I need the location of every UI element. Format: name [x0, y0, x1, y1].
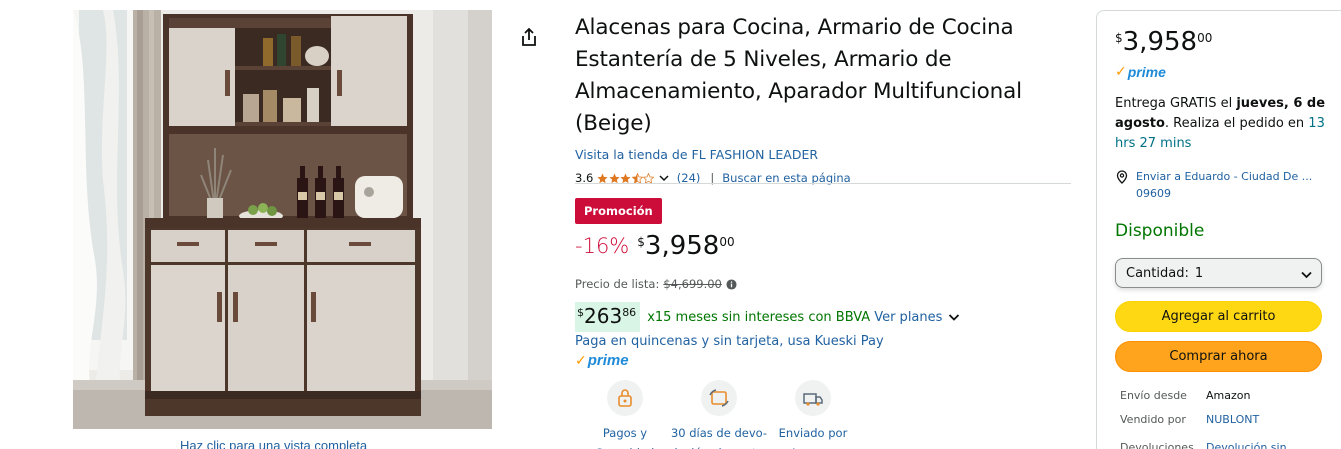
installment-whole: 263	[584, 304, 623, 328]
delivery-prefix: Entrega GRATIS el	[1115, 96, 1237, 111]
star-rating[interactable]	[597, 172, 655, 184]
image-caption[interactable]: Haz clic para una vista completa	[180, 438, 367, 449]
prime-word: prime	[587, 352, 629, 369]
meta-row-sold-by: Vendido por NUBLONT	[1120, 413, 1259, 426]
installments-row: $ 263 86 x15 meses sin intereses con BBV…	[575, 302, 960, 332]
prime-check-icon: ✓	[575, 352, 587, 369]
product-main-image[interactable]	[73, 10, 492, 429]
ship-to[interactable]: Enviar a Eduardo - Ciudad De ... 09609	[1115, 168, 1316, 202]
prime-logo: ✓ prime	[575, 352, 629, 369]
feature-icons: Pagos y Seguridad 30 días de devo-lución…	[575, 380, 857, 449]
price-whole: 3,958	[644, 231, 720, 261]
divider	[575, 183, 1071, 184]
list-price-label: Precio de lista:	[575, 277, 660, 291]
share-icon[interactable]	[518, 26, 540, 48]
cabinet-photo	[73, 10, 492, 429]
chevron-down-icon	[1301, 271, 1312, 279]
discount-percent: -16%	[575, 234, 630, 258]
meta-value: Amazon	[1206, 389, 1251, 402]
price-whole: 3,958	[1122, 27, 1198, 57]
installment-text: x15 meses sin intereses con BBVA	[647, 309, 871, 325]
price-currency: $	[637, 235, 645, 249]
buybox-price: $ 3,958 00	[1115, 27, 1212, 57]
info-icon[interactable]	[726, 278, 737, 290]
prime-logo: ✓ prime	[1115, 64, 1166, 80]
ship-to-address[interactable]: Enviar a Eduardo - Ciudad De ... 09609	[1136, 168, 1316, 202]
meta-row-returns: Devoluciones Devolución sin	[1120, 441, 1287, 449]
quantity-label: Cantidad:	[1126, 265, 1189, 281]
price-currency: $	[1115, 31, 1123, 45]
shipped-by-amazon-icon	[795, 380, 831, 416]
store-link[interactable]: Visita la tienda de FL FASHION LEADER	[575, 147, 1071, 162]
quantity-value: 1	[1194, 265, 1204, 281]
delivery-message: Entrega GRATIS el jueves, 6 de agosto. R…	[1115, 94, 1329, 154]
buy-box: $ 3,958 00 ✓ prime Entrega GRATIS el jue…	[1096, 10, 1341, 449]
see-plans-link[interactable]: Ver planes	[874, 310, 942, 325]
feature-label: Pagos y Seguridad	[596, 426, 655, 449]
feature-secure-payment[interactable]: Pagos y Seguridad	[575, 380, 675, 449]
returns-30-days-icon	[701, 380, 737, 416]
delivery-mid: . Realiza el pedido en	[1164, 116, 1309, 131]
promo-badge: Promoción	[575, 198, 662, 224]
chevron-down-icon[interactable]	[659, 173, 669, 183]
feature-label: Enviado por Amazon	[778, 426, 848, 449]
installment-price: $ 263 86	[575, 302, 641, 332]
installment-fraction: 86	[622, 306, 637, 319]
returns-link[interactable]: Devolución sin	[1206, 441, 1287, 449]
star-full-icon	[597, 173, 608, 183]
availability-status: Disponible	[1115, 221, 1205, 241]
installment-currency: $	[577, 306, 584, 319]
prime-check-icon: ✓	[1115, 64, 1127, 80]
prime-word: prime	[1127, 64, 1166, 80]
meta-key: Devoluciones	[1120, 441, 1194, 449]
quantity-select[interactable]: Cantidad: 1	[1115, 258, 1322, 288]
location-pin-icon	[1116, 170, 1128, 184]
chevron-down-icon[interactable]	[948, 311, 960, 323]
feature-label: 30 días de devo-lución sin costo	[670, 426, 768, 449]
price-fraction: 00	[1197, 31, 1213, 45]
star-full-icon	[620, 173, 631, 183]
meta-row-ships-from: Envío desde Amazon	[1120, 389, 1250, 402]
list-price-value: $4,699.00	[663, 277, 722, 291]
product-title: Alacenas para Cocina, Armario de Cocina …	[575, 15, 1022, 136]
seller-link[interactable]: NUBLONT	[1206, 413, 1259, 426]
add-to-cart-button[interactable]: Agregar al carrito	[1115, 301, 1322, 332]
secure-payment-icon	[607, 380, 643, 416]
star-full-icon	[609, 173, 620, 183]
product-details: Alacenas para Cocina, Armario de Cocina …	[575, 12, 1071, 449]
star-empty-icon	[643, 172, 655, 184]
feature-shipped-by-amazon[interactable]: Enviado por Amazon	[763, 380, 863, 449]
meta-key: Vendido por	[1120, 413, 1186, 426]
price-row: -16% $ 3,958 00	[575, 231, 735, 261]
star-half-icon	[631, 172, 643, 184]
meta-key: Envío desde	[1120, 389, 1187, 402]
price-fraction: 00	[719, 235, 735, 249]
kueski-pay-link[interactable]: Paga en quincenas y sin tarjeta, usa Kue…	[575, 334, 884, 349]
buy-now-button[interactable]: Comprar ahora	[1115, 341, 1322, 372]
feature-returns[interactable]: 30 días de devo-lución sin costo	[669, 380, 769, 449]
list-price: Precio de lista: $4,699.00	[575, 277, 737, 291]
